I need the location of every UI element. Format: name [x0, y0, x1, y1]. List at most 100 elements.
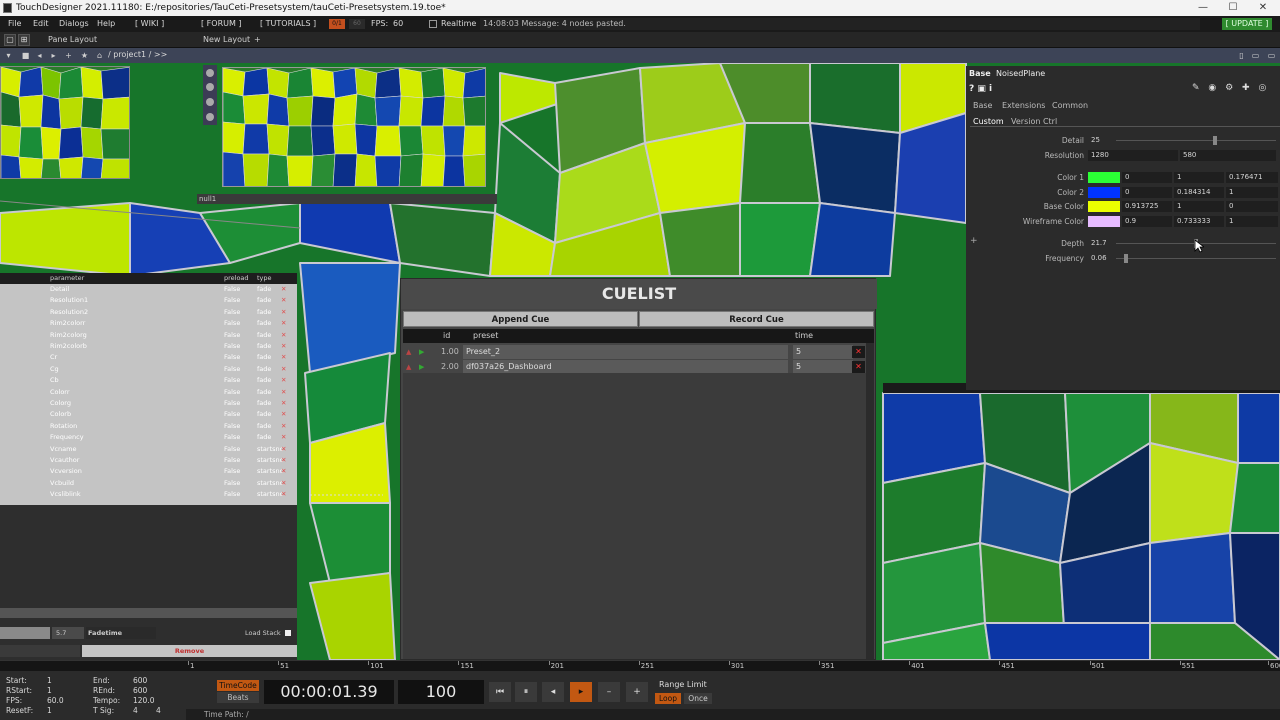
tab-common[interactable]: Common — [1052, 101, 1088, 110]
param-name-cell[interactable]: Cb — [50, 375, 59, 386]
plus-icon[interactable]: + — [63, 50, 74, 61]
paint-icon[interactable] — [206, 113, 214, 121]
preload-cell[interactable]: False — [224, 295, 240, 306]
color2-g-field[interactable]: 0.184314 — [1174, 187, 1224, 198]
table-row[interactable]: Vcbuild False startsnc ✕ — [0, 478, 297, 489]
cue-time-field[interactable]: 5 — [793, 360, 853, 374]
preload-cell[interactable]: False — [224, 421, 240, 432]
minimize-button[interactable]: — — [1188, 0, 1218, 16]
table-row[interactable]: Vcname False startsnc ✕ — [0, 444, 297, 455]
param-name-cell[interactable]: Rim2colorr — [50, 318, 85, 329]
remove-row-icon[interactable]: ✕ — [281, 489, 286, 500]
bookmark-icon[interactable]: ★ — [79, 50, 90, 61]
expand-icon[interactable]: ▭ — [1266, 50, 1277, 61]
type-cell[interactable]: startsnc — [257, 489, 283, 500]
remove-row-icon[interactable]: ✕ — [281, 284, 286, 295]
color1-r-field[interactable]: 0 — [1122, 172, 1172, 183]
null1-node-label[interactable]: null1 — [197, 194, 497, 204]
color2-swatch[interactable] — [1088, 187, 1120, 198]
table-row[interactable]: Vcversion False startsnc ✕ — [0, 466, 297, 477]
table-row[interactable]: Colorb False fade ✕ — [0, 409, 297, 420]
type-cell[interactable]: startsnc — [257, 478, 283, 489]
panel-view-icon[interactable]: ▭ — [1250, 50, 1261, 61]
remove-row-icon[interactable]: ✕ — [281, 455, 286, 466]
remove-row-icon[interactable]: ✕ — [281, 387, 286, 398]
network-path[interactable]: / project1 / >> — [108, 50, 167, 59]
realtime-checkbox[interactable] — [429, 20, 437, 28]
wireframe-g-field[interactable]: 0.733333 — [1174, 216, 1224, 227]
param-toolbar-icons[interactable]: ✎ ◉ ⚙ ✚ ◎ — [1192, 83, 1278, 94]
append-cue-button[interactable]: Append Cue — [403, 311, 638, 327]
param-name-cell[interactable]: Cr — [50, 352, 57, 363]
param-name-cell[interactable]: Rim2colorg — [50, 330, 87, 341]
resetf-value[interactable]: 1 — [47, 706, 52, 715]
cue-up-icon[interactable]: ▲ — [406, 345, 411, 359]
type-cell[interactable]: fade — [257, 432, 271, 443]
remove-row-icon[interactable]: ✕ — [281, 375, 286, 386]
remove-row-icon[interactable]: ✕ — [281, 318, 286, 329]
type-cell[interactable]: fade — [257, 398, 271, 409]
param-name-cell[interactable]: Vcsliblink — [50, 489, 81, 500]
cue-time-field[interactable]: 5 — [793, 345, 853, 359]
preload-cell[interactable]: False — [224, 409, 240, 420]
cue-go-icon[interactable]: ▶ — [419, 345, 424, 359]
play-button[interactable]: ▸ — [570, 682, 592, 702]
draw-icon[interactable] — [206, 83, 214, 91]
table-row[interactable]: Detail False fade ✕ — [0, 284, 297, 295]
type-cell[interactable]: fade — [257, 330, 271, 341]
forum-link[interactable]: [ FORUM ] — [201, 19, 242, 29]
table-row[interactable]: Resolution1 False fade ✕ — [0, 295, 297, 306]
preload-cell[interactable]: False — [224, 444, 240, 455]
new-layout-label[interactable]: New Layout — [203, 35, 250, 44]
basecolor-swatch[interactable] — [1088, 201, 1120, 212]
remove-row-icon[interactable]: ✕ — [281, 341, 286, 352]
preview-thumbnail-left[interactable] — [0, 66, 130, 179]
rstart-value[interactable]: 1 — [47, 686, 52, 695]
rend-value[interactable]: 600 — [133, 686, 147, 695]
pane-layout-label[interactable]: Pane Layout — [48, 35, 97, 44]
param-name-cell[interactable]: Colorr — [50, 387, 70, 398]
tutorials-link[interactable]: [ TUTORIALS ] — [260, 19, 316, 29]
beats-toggle[interactable]: Beats — [217, 692, 259, 703]
home-icon[interactable]: ⌂ — [94, 50, 105, 61]
cue-row[interactable]: ▲ ▶ 2.00 df037a26_Dashboard 5 ✕ — [403, 360, 874, 374]
menu-help[interactable]: Help — [97, 16, 115, 32]
type-cell[interactable]: startsnc — [257, 444, 283, 455]
table-row[interactable]: Rim2colorg False fade ✕ — [0, 330, 297, 341]
forward-icon[interactable]: ▸ — [48, 50, 59, 61]
viewer-tool-icon[interactable] — [206, 69, 214, 77]
param-name-cell[interactable]: Colorg — [50, 398, 71, 409]
start-value[interactable]: 1 — [47, 676, 52, 685]
record-cue-button[interactable]: Record Cue — [639, 311, 874, 327]
basecolor-g-field[interactable]: 1 — [1174, 201, 1224, 212]
step-plus-button[interactable]: + — [626, 682, 648, 702]
remove-row-icon[interactable]: ✕ — [281, 409, 286, 420]
tsig-denominator[interactable]: 4 — [156, 706, 161, 715]
resolution-y-field[interactable]: 580 — [1180, 150, 1276, 161]
preload-cell[interactable]: False — [224, 330, 240, 341]
remove-row-icon[interactable]: ✕ — [281, 444, 286, 455]
remove-row-icon[interactable]: ✕ — [281, 330, 286, 341]
fps-value[interactable]: 60.0 — [47, 696, 64, 705]
pane-split-icon[interactable]: ▢ — [4, 34, 16, 46]
tab-base[interactable]: Base — [973, 101, 992, 110]
resolution-x-field[interactable]: 1280 — [1088, 150, 1178, 161]
delete-cue-icon[interactable]: ✕ — [852, 346, 865, 358]
preload-cell[interactable]: False — [224, 387, 240, 398]
timecode-display[interactable]: 00:00:01.39 — [264, 680, 394, 704]
type-cell[interactable]: fade — [257, 341, 271, 352]
param-name-cell[interactable]: Rim2colorb — [50, 341, 87, 352]
step-back-button[interactable]: ◂ — [542, 682, 564, 702]
param-name-cell[interactable]: Detail — [50, 284, 69, 295]
table-row[interactable]: Colorg False fade ✕ — [0, 398, 297, 409]
horizontal-scrollbar[interactable] — [0, 608, 297, 618]
tsig-numerator[interactable]: 4 — [133, 706, 138, 715]
preload-cell[interactable]: False — [224, 489, 240, 500]
wiki-link[interactable]: [ WIKI ] — [135, 19, 164, 29]
cue-preset-field[interactable]: df037a26_Dashboard — [463, 360, 788, 374]
rewind-button[interactable]: ⏮ — [489, 682, 511, 702]
table-row[interactable]: Frequency False fade ✕ — [0, 432, 297, 443]
type-cell[interactable]: fade — [257, 409, 271, 420]
move-icon[interactable] — [206, 98, 214, 106]
tab-custom[interactable]: Custom — [973, 117, 1004, 126]
